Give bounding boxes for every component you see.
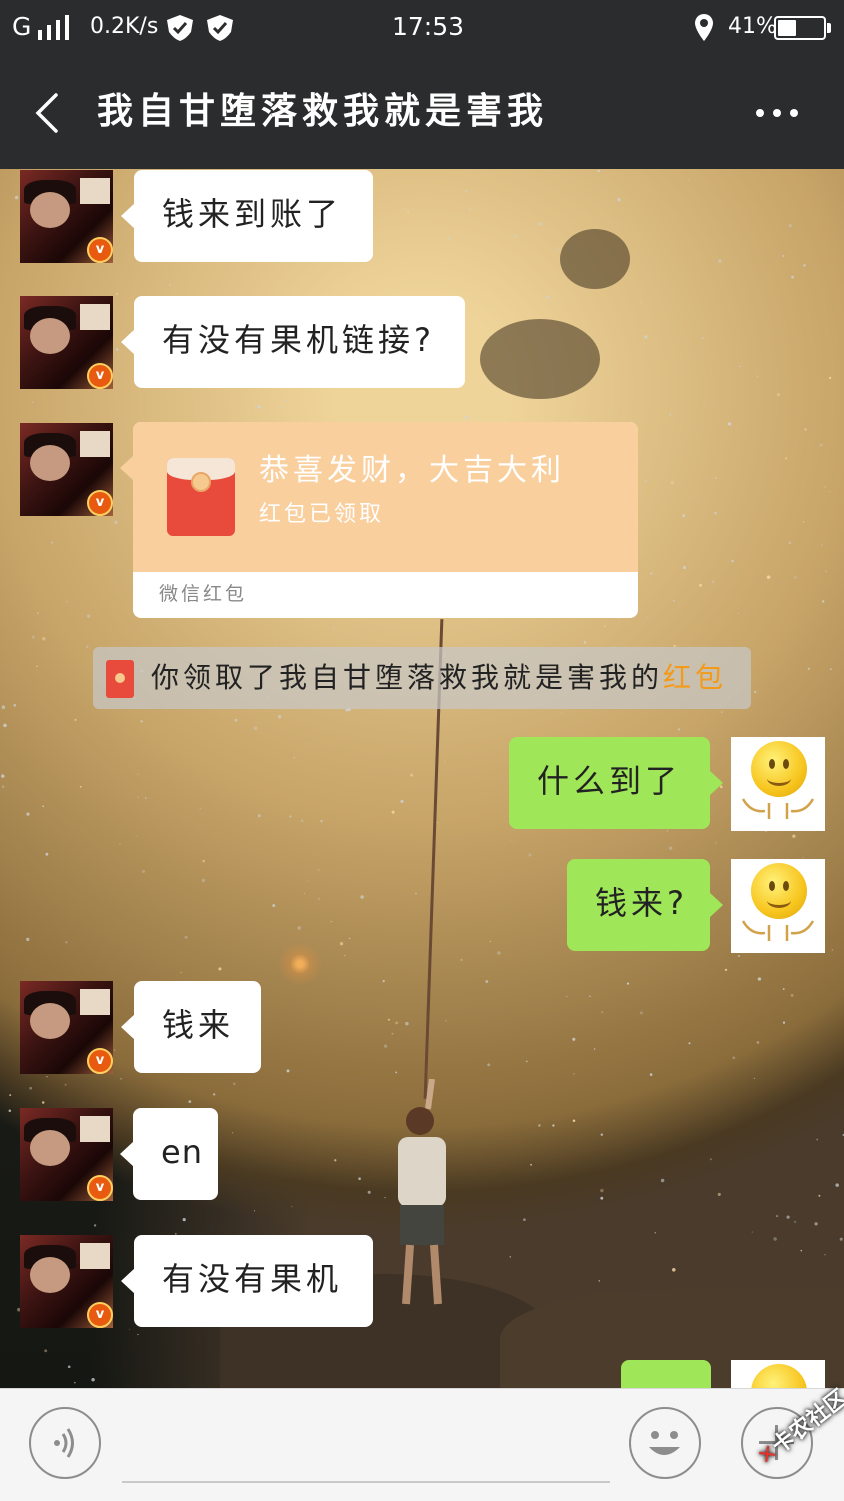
shield-check-icon [167,15,193,41]
moon-shadow-3 [560,229,630,289]
red-envelope-icon [106,660,134,698]
red-packet-link[interactable]: 红包 [663,661,727,694]
contact-avatar[interactable]: v [20,981,113,1074]
chat-title: 我自甘堕落救我就是害我 [97,91,549,132]
person-silhouette [398,1079,446,1305]
chevron-left-icon [35,93,58,133]
emoji-button[interactable] [629,1407,701,1479]
red-packet-label: 微信红包 [159,583,248,605]
smiley-arms-icon [741,920,815,941]
smiley-arms-icon [741,798,815,819]
smiley-icon [751,1364,807,1388]
message-bubble-incoming[interactable]: en [120,1108,218,1200]
emoji-icon [649,1431,680,1455]
contact-avatar[interactable]: v [20,296,113,389]
network-speed: 0.2K/s [90,14,159,39]
verified-badge-icon: v [87,1175,113,1201]
moon-shadow [480,319,600,399]
red-packet-greeting: 恭喜发财，大吉大利 [259,453,565,488]
smiley-icon [751,863,807,919]
message-input[interactable] [122,1481,610,1483]
verified-badge-icon: v [87,490,113,516]
message-bubble-incoming[interactable]: 有没有果机 [121,1235,373,1327]
clock: 17:53 [392,12,465,41]
message-bubble-outgoing[interactable]: 什么到了 [509,737,723,829]
input-bar [0,1388,844,1501]
message-bubble-outgoing[interactable]: 钱来? [567,859,723,951]
battery-tip [827,23,831,33]
user-avatar-partial[interactable] [731,1360,825,1388]
signal-icon [38,15,69,40]
network-type: G [12,12,32,41]
red-envelope-icon [167,458,235,536]
red-packet-status: 红包已领取 [259,502,385,527]
shield-check-icon-2 [207,15,233,41]
contact-avatar[interactable]: v [20,1108,113,1201]
user-avatar[interactable] [731,859,825,953]
contact-avatar[interactable]: v [20,170,113,263]
chat-header: 我自甘堕落救我就是害我 [0,56,844,169]
location-icon [695,14,713,41]
battery-percent: 41% [728,14,777,39]
voice-button[interactable] [29,1407,101,1479]
message-bubble-incoming[interactable]: 有没有果机链接? [121,296,465,388]
system-message: 你领取了我自甘堕落救我就是害我的红包 [93,647,751,709]
verified-badge-icon: v [87,1302,113,1328]
more-dots-icon [756,109,798,117]
system-message-text: 你领取了我自甘堕落救我就是害我的红包 [151,661,728,694]
contact-avatar[interactable]: v [20,1235,113,1328]
voice-icon [54,1428,74,1458]
verified-badge-icon: v [87,1048,113,1074]
more-button[interactable] [752,96,802,130]
message-bubble-incoming[interactable]: 钱来 [121,981,261,1073]
verified-badge-icon: v [87,237,113,263]
message-bubble-incoming[interactable]: 钱来到账了 [121,170,373,262]
back-button[interactable] [28,89,68,137]
user-avatar[interactable] [731,737,825,831]
battery-icon [774,16,826,40]
red-packet-top: 恭喜发财，大吉大利 红包已领取 [133,422,638,572]
message-bubble-outgoing-partial[interactable] [621,1360,711,1388]
red-packet-card[interactable]: 恭喜发财，大吉大利 红包已领取 微信红包 [120,422,638,618]
smiley-icon [751,741,807,797]
status-bar: G 0.2K/s 17:53 41% [0,0,844,56]
verified-badge-icon: v [87,363,113,389]
contact-avatar[interactable]: v [20,423,113,516]
